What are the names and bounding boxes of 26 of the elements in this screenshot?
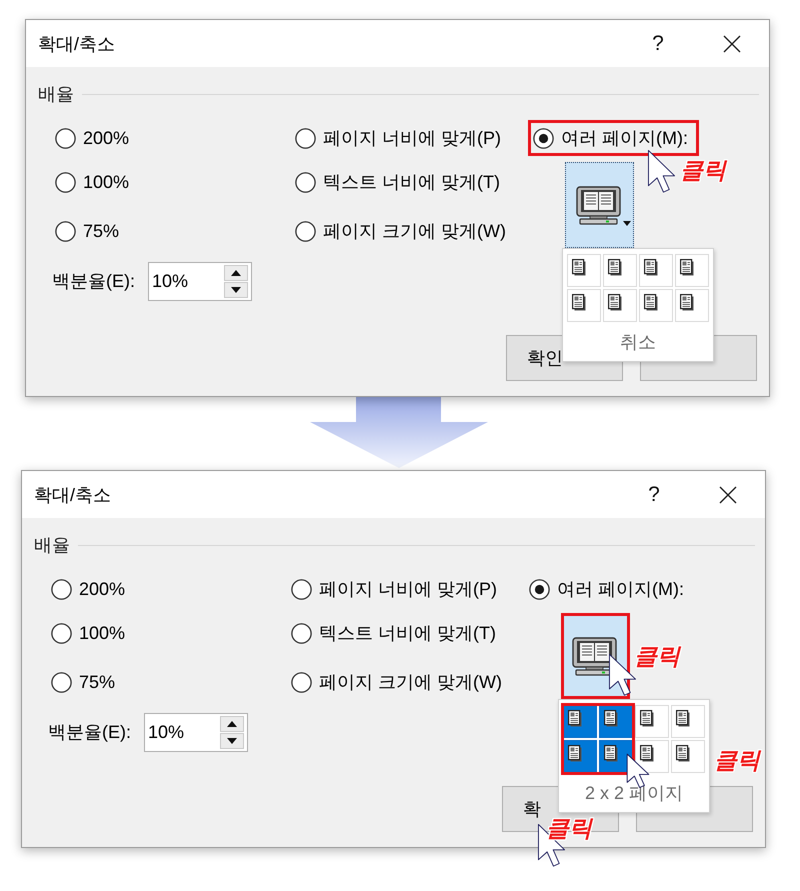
group-label: 배율 bbox=[34, 534, 70, 557]
option-label: 75% bbox=[83, 220, 120, 242]
option-label: 200% bbox=[79, 578, 126, 600]
option-label: 페이지 너비에 맞게(P) bbox=[319, 578, 497, 601]
option-label: 페이지 너비에 맞게(P) bbox=[323, 127, 501, 150]
option-label: 여러 페이지(M): bbox=[557, 578, 684, 601]
menu-footer-label: 2 x 2 페이지 bbox=[584, 782, 684, 804]
option-label: 페이지 크기에 맞게(W) bbox=[319, 671, 502, 694]
click-annotation: 클릭 bbox=[546, 817, 592, 840]
option-label: 100% bbox=[83, 172, 130, 192]
option-label: 텍스트 너비에 맞게(T) bbox=[319, 622, 496, 645]
option-label: 여러 페이지(M): bbox=[561, 127, 688, 150]
option-label: 75% bbox=[79, 672, 116, 692]
window-title: 확대/축소 bbox=[34, 484, 112, 506]
click-annotation: 클릭 bbox=[680, 159, 726, 182]
click-annotation: 클릭 bbox=[634, 645, 680, 668]
group-label: 배율 bbox=[38, 83, 74, 106]
percent-label: 백분율(E): bbox=[48, 721, 132, 744]
percent-label: 백분율(E): bbox=[52, 270, 136, 293]
window-title: 확대/축소 bbox=[38, 32, 116, 56]
option-label: 페이지 크기에 맞게(W) bbox=[323, 220, 506, 243]
click-annotation: 클릭 bbox=[714, 749, 760, 772]
menu-footer-label: 취소 bbox=[620, 330, 656, 354]
option-label: 텍스트 너비에 맞게(T) bbox=[323, 171, 500, 194]
option-label: 100% bbox=[79, 622, 126, 644]
option-label: 200% bbox=[83, 128, 130, 148]
